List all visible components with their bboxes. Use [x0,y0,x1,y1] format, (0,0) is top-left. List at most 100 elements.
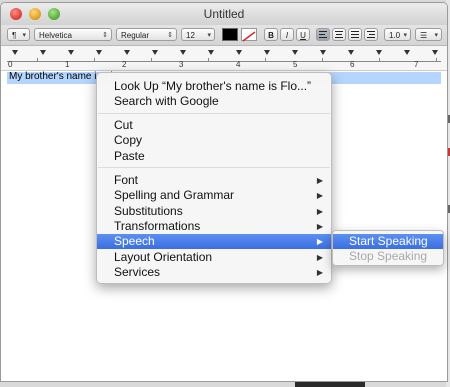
menu-item-stop-speaking: Stop Speaking [333,249,443,264]
tab-stop-marker[interactable] [208,50,214,55]
highlight-color-well[interactable] [241,28,257,42]
menu-item-search-google[interactable]: Search with Google [97,94,331,109]
ruler-number: 3 [179,60,184,69]
paragraph-icon: ¶ [12,31,17,40]
menu-separator [98,167,330,168]
align-left-icon [319,31,327,38]
bold-button[interactable]: B [264,28,278,41]
font-style-value: Regular [121,31,150,40]
menu-item-speech[interactable]: Speech ▶ [97,234,331,249]
align-center-button[interactable] [332,28,346,41]
ruler[interactable]: 0 1 2 3 4 5 6 7 [1,46,447,71]
ruler-tick [265,58,266,61]
font-family-popup[interactable]: Helvetica ⇕ [34,28,112,41]
no-color-icon [242,31,256,42]
line-spacing-popup[interactable]: 1.0 ▾ [384,28,411,41]
list-bullets-popup[interactable]: ☰ ▾ [415,28,442,41]
tab-stop-marker[interactable] [236,50,242,55]
ruler-tick [208,58,209,61]
tab-stop-marker[interactable] [432,50,438,55]
ruler-tick [94,58,95,61]
menu-item-label: Spelling and Grammar [114,188,235,202]
tab-stop-marker[interactable] [40,50,46,55]
justify-icon [351,31,359,38]
submenu-arrow-icon: ▶ [316,222,323,231]
tab-stop-marker[interactable] [348,50,354,55]
menu-item-substitutions[interactable]: Substitutions ▶ [97,204,331,219]
menu-item-label: Look Up “My brother's name is Flo...” [114,79,312,93]
menu-item-start-speaking[interactable]: Start Speaking [333,234,443,249]
font-size-combo[interactable]: 12 ▾ [181,28,215,41]
align-left-button[interactable] [316,28,330,41]
italic-button[interactable]: I [280,28,294,41]
text-color-well[interactable] [222,28,238,41]
tab-stop-marker[interactable] [264,50,270,55]
font-style-popup[interactable]: Regular ⇕ [116,28,177,41]
tab-stop-marker[interactable] [68,50,74,55]
ruler-tick [436,58,437,61]
tab-stop-marker[interactable] [404,50,410,55]
paragraph-style-popup[interactable]: ¶ ▾ [7,28,30,41]
chevron-updown-icon: ⇕ [102,32,108,39]
submenu-arrow-icon: ▶ [316,237,323,246]
menu-separator [98,113,330,114]
chevron-down-icon: ▾ [434,32,438,39]
menu-item-layout-orientation[interactable]: Layout Orientation ▶ [97,250,331,265]
ruler-tick [151,58,152,61]
menu-item-label: Transformations [114,219,201,233]
menu-item-label: Paste [114,149,145,163]
menu-item-label: Layout Orientation [114,250,213,264]
align-center-icon [335,31,343,38]
menu-item-label: Search with Google [114,94,219,108]
menu-item-transformations[interactable]: Transformations ▶ [97,219,331,234]
ruler-tick [379,58,380,61]
submenu-arrow-icon: ▶ [316,176,323,185]
tab-stop-marker[interactable] [96,50,102,55]
context-menu: Look Up “My brother's name is Flo...” Se… [96,72,332,284]
ruler-number: 2 [122,60,127,69]
menu-item-copy[interactable]: Copy [97,133,331,148]
submenu-arrow-icon: ▶ [316,268,323,277]
ruler-baseline [7,61,441,62]
menu-item-label: Substitutions [114,204,183,218]
tab-stop-marker[interactable] [320,50,326,55]
menu-item-label: Stop Speaking [349,249,428,263]
justify-button[interactable] [348,28,362,41]
chevron-down-icon: ▾ [403,32,407,39]
menu-item-paste[interactable]: Paste [97,149,331,164]
chevron-down-icon: ▾ [207,32,211,39]
tab-stop-marker[interactable] [124,50,130,55]
menu-item-label: Copy [114,133,143,147]
submenu-arrow-icon: ▶ [316,207,323,216]
align-right-icon [367,31,375,38]
menu-item-spelling-grammar[interactable]: Spelling and Grammar ▶ [97,188,331,203]
chevron-updown-icon: ⇕ [167,32,173,39]
tab-stop-marker[interactable] [292,50,298,55]
menu-item-font[interactable]: Font ▶ [97,173,331,188]
list-icon: ☰ [420,31,428,40]
ruler-number: 0 [8,60,13,69]
menu-item-services[interactable]: Services ▶ [97,265,331,280]
tab-stop-marker[interactable] [180,50,186,55]
menu-item-look-up[interactable]: Look Up “My brother's name is Flo...” [97,79,331,94]
tab-stop-marker[interactable] [12,50,18,55]
ruler-tick [322,58,323,61]
ruler-number: 7 [414,60,419,69]
format-toolbar: ¶ ▾ Helvetica ⇕ Regular ⇕ 12 ▾ B I U 1.0… [1,25,447,46]
tab-stop-marker[interactable] [152,50,158,55]
menu-item-label: Cut [114,118,133,132]
window-title: Untitled [203,7,245,21]
menu-item-cut[interactable]: Cut [97,118,331,133]
font-family-value: Helvetica [39,31,72,40]
ruler-number: 5 [293,60,298,69]
tab-stop-marker[interactable] [376,50,382,55]
font-size-value: 12 [186,31,195,40]
speech-submenu: Start Speaking Stop Speaking [332,230,444,266]
submenu-arrow-icon: ▶ [316,191,323,200]
ruler-number: 1 [65,60,70,69]
ruler-number: 4 [236,60,241,69]
menu-item-label: Font [114,173,139,187]
align-right-button[interactable] [364,28,378,41]
ruler-tick [37,58,38,61]
underline-button[interactable]: U [296,28,310,41]
